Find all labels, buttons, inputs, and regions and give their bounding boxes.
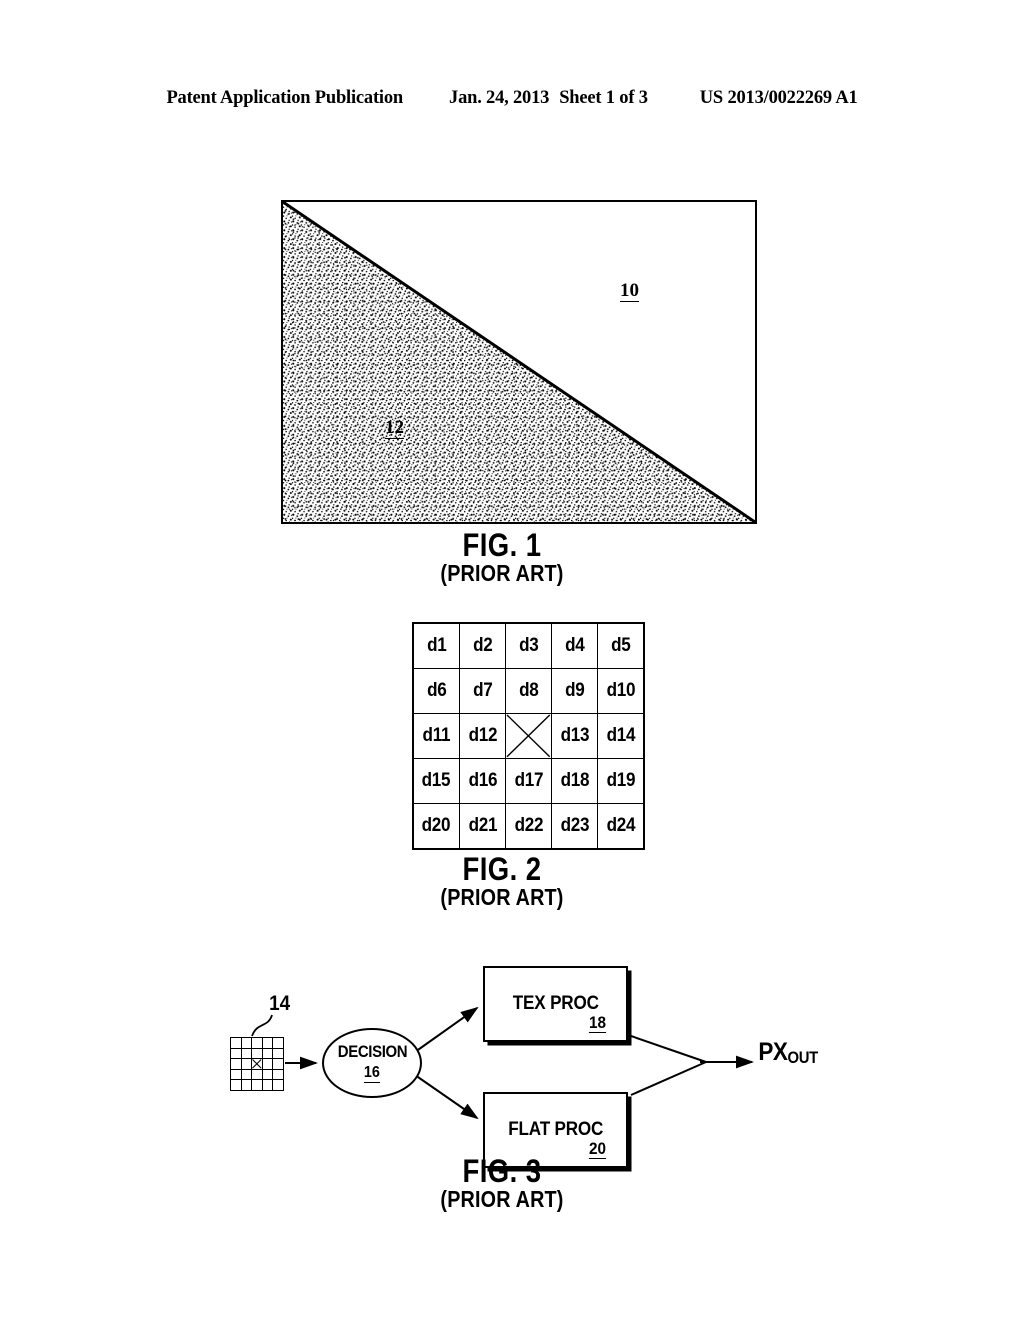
output-label-subscript: OUT — [787, 1049, 818, 1067]
decision-label: DECISION — [337, 1042, 407, 1062]
figure-3-caption: FIG. 3 (PRIOR ART) — [382, 1155, 622, 1211]
grid-cell — [241, 1069, 252, 1080]
figure-3-ref-14: 14 — [269, 992, 291, 1015]
grid-cell — [231, 1069, 241, 1080]
grid-cell — [252, 1048, 262, 1059]
grid-cell — [262, 1069, 273, 1080]
figure-3-tex-proc-box: TEX PROC 18 — [483, 966, 628, 1042]
grid-cell — [231, 1059, 241, 1069]
grid-cell — [252, 1038, 262, 1048]
center-pixel-cell — [252, 1059, 262, 1069]
grid-cell — [262, 1048, 273, 1059]
figure-3-decision-node: DECISION 16 — [322, 1028, 422, 1098]
grid-cell — [231, 1038, 241, 1048]
grid-cell — [273, 1069, 283, 1080]
grid-cell — [273, 1059, 283, 1069]
tex-proc-label: TEX PROC — [512, 993, 599, 1014]
decision-ref-number: 16 — [363, 1063, 381, 1083]
grid-cell — [241, 1059, 252, 1069]
figure-3-number: FIG. 3 — [462, 1153, 542, 1189]
figure-3-subtitle: (PRIOR ART) — [440, 1185, 564, 1212]
tex-proc-ref-number: 18 — [589, 1013, 607, 1033]
grid-cell — [241, 1038, 252, 1048]
figure-3-output-label: PXOUT — [758, 1038, 818, 1067]
grid-cell — [252, 1080, 262, 1090]
x-cross-icon — [252, 1059, 262, 1069]
grid-cell — [273, 1080, 283, 1090]
grid-cell — [231, 1080, 241, 1090]
flat-proc-label: FLAT PROC — [508, 1119, 603, 1140]
grid-cell — [262, 1080, 273, 1090]
grid-cell — [241, 1080, 252, 1090]
grid-cell — [273, 1048, 283, 1059]
grid-cell — [262, 1059, 273, 1069]
grid-cell — [252, 1069, 262, 1080]
output-label-base: PX — [758, 1038, 788, 1066]
grid-cell — [262, 1038, 273, 1048]
figure-3-input-grid — [230, 1037, 284, 1091]
grid-cell — [241, 1048, 252, 1059]
grid-cell — [273, 1038, 283, 1048]
grid-cell — [231, 1048, 241, 1059]
